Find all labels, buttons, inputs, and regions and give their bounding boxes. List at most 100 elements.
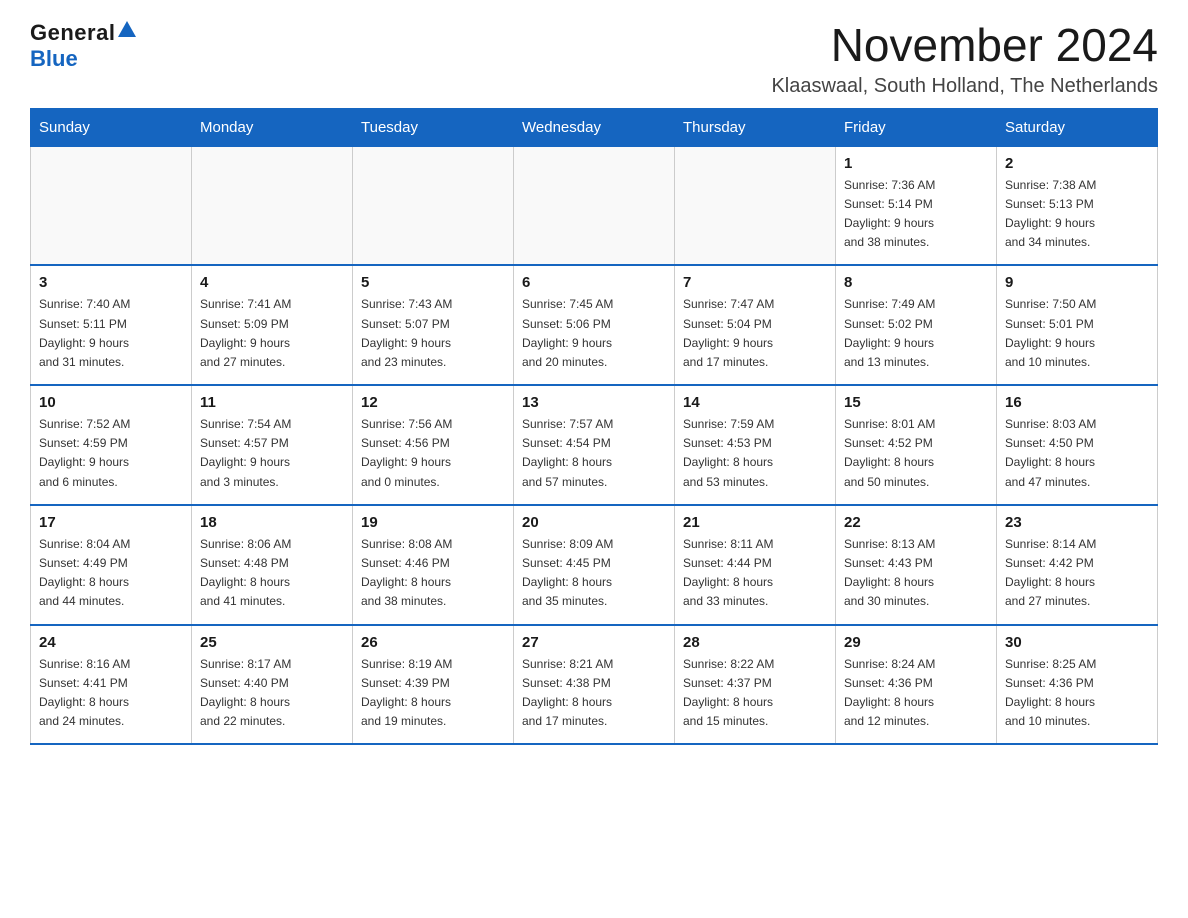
day-number: 2: [1005, 155, 1149, 172]
logo: General Blue: [30, 20, 136, 72]
page-header: General Blue November 2024 Klaaswaal, So…: [30, 20, 1158, 98]
day-info: Sunrise: 7:52 AMSunset: 4:59 PMDaylight:…: [39, 415, 183, 492]
month-title: November 2024: [771, 20, 1158, 71]
day-info: Sunrise: 7:47 AMSunset: 5:04 PMDaylight:…: [683, 295, 827, 372]
calendar-cell: 12 Sunrise: 7:56 AMSunset: 4:56 PMDayligh…: [353, 385, 514, 505]
calendar-cell: 30 Sunrise: 8:25 AMSunset: 4:36 PMDayligh…: [997, 625, 1158, 745]
day-number: 29: [844, 634, 988, 651]
calendar-table: SundayMondayTuesdayWednesdayThursdayFrid…: [30, 108, 1158, 746]
day-number: 28: [683, 634, 827, 651]
day-number: 27: [522, 634, 666, 651]
day-info: Sunrise: 8:03 AMSunset: 4:50 PMDaylight:…: [1005, 415, 1149, 492]
logo-triangle-icon: [118, 21, 136, 37]
day-info: Sunrise: 7:59 AMSunset: 4:53 PMDaylight:…: [683, 415, 827, 492]
calendar-cell: 17Sunrise: 8:04 AMSunset: 4:49 PMDayligh…: [31, 505, 192, 625]
calendar-cell: 10 Sunrise: 7:52 AMSunset: 4:59 PMDayligh…: [31, 385, 192, 505]
day-info: Sunrise: 7:49 AMSunset: 5:02 PMDaylight:…: [844, 295, 988, 372]
calendar-cell: 3 Sunrise: 7:40 AMSunset: 5:11 PMDaylight…: [31, 265, 192, 385]
calendar-week-row: 17Sunrise: 8:04 AMSunset: 4:49 PMDayligh…: [31, 505, 1158, 625]
calendar-cell: 2 Sunrise: 7:38 AMSunset: 5:13 PMDaylight…: [997, 146, 1158, 265]
calendar-cell: 20Sunrise: 8:09 AMSunset: 4:45 PMDayligh…: [514, 505, 675, 625]
day-info: Sunrise: 7:38 AMSunset: 5:13 PMDaylight:…: [1005, 176, 1149, 253]
calendar-cell: 21Sunrise: 8:11 AMSunset: 4:44 PMDayligh…: [675, 505, 836, 625]
calendar-header-saturday: Saturday: [997, 108, 1158, 146]
calendar-cell: 26 Sunrise: 8:19 AMSunset: 4:39 PMDayligh…: [353, 625, 514, 745]
day-info: Sunrise: 8:13 AMSunset: 4:43 PMDaylight:…: [844, 535, 988, 612]
day-number: 23: [1005, 514, 1149, 531]
logo-general-text: General: [30, 20, 115, 46]
calendar-cell: 24 Sunrise: 8:16 AMSunset: 4:41 PMDayligh…: [31, 625, 192, 745]
day-info: Sunrise: 8:04 AMSunset: 4:49 PMDaylight:…: [39, 535, 183, 612]
day-number: 12: [361, 394, 505, 411]
calendar-week-row: 3 Sunrise: 7:40 AMSunset: 5:11 PMDaylight…: [31, 265, 1158, 385]
calendar-cell: 9 Sunrise: 7:50 AMSunset: 5:01 PMDaylight…: [997, 265, 1158, 385]
day-number: 3: [39, 274, 183, 291]
day-info: Sunrise: 8:24 AMSunset: 4:36 PMDaylight:…: [844, 655, 988, 732]
day-info: Sunrise: 7:54 AMSunset: 4:57 PMDaylight:…: [200, 415, 344, 492]
calendar-cell: 19 Sunrise: 8:08 AMSunset: 4:46 PMDayligh…: [353, 505, 514, 625]
day-number: 10: [39, 394, 183, 411]
location-subtitle: Klaaswaal, South Holland, The Netherland…: [771, 75, 1158, 98]
day-info: Sunrise: 8:19 AMSunset: 4:39 PMDaylight:…: [361, 655, 505, 732]
calendar-week-row: 10 Sunrise: 7:52 AMSunset: 4:59 PMDayligh…: [31, 385, 1158, 505]
calendar-cell: 29 Sunrise: 8:24 AMSunset: 4:36 PMDayligh…: [836, 625, 997, 745]
day-number: 11: [200, 394, 344, 411]
calendar-cell: 5 Sunrise: 7:43 AMSunset: 5:07 PMDaylight…: [353, 265, 514, 385]
calendar-cell: 18 Sunrise: 8:06 AMSunset: 4:48 PMDayligh…: [192, 505, 353, 625]
day-info: Sunrise: 8:06 AMSunset: 4:48 PMDaylight:…: [200, 535, 344, 612]
day-info: Sunrise: 8:01 AMSunset: 4:52 PMDaylight:…: [844, 415, 988, 492]
calendar-header-friday: Friday: [836, 108, 997, 146]
day-info: Sunrise: 7:43 AMSunset: 5:07 PMDaylight:…: [361, 295, 505, 372]
day-number: 19: [361, 514, 505, 531]
calendar-cell: 23Sunrise: 8:14 AMSunset: 4:42 PMDayligh…: [997, 505, 1158, 625]
calendar-header-thursday: Thursday: [675, 108, 836, 146]
title-section: November 2024 Klaaswaal, South Holland, …: [771, 20, 1158, 98]
calendar-cell: 27 Sunrise: 8:21 AMSunset: 4:38 PMDayligh…: [514, 625, 675, 745]
calendar-header-row: SundayMondayTuesdayWednesdayThursdayFrid…: [31, 108, 1158, 146]
day-info: Sunrise: 7:57 AMSunset: 4:54 PMDaylight:…: [522, 415, 666, 492]
day-info: Sunrise: 8:17 AMSunset: 4:40 PMDaylight:…: [200, 655, 344, 732]
day-info: Sunrise: 8:16 AMSunset: 4:41 PMDaylight:…: [39, 655, 183, 732]
day-info: Sunrise: 7:50 AMSunset: 5:01 PMDaylight:…: [1005, 295, 1149, 372]
day-number: 26: [361, 634, 505, 651]
calendar-cell: 14 Sunrise: 7:59 AMSunset: 4:53 PMDayligh…: [675, 385, 836, 505]
day-number: 5: [361, 274, 505, 291]
day-info: Sunrise: 8:08 AMSunset: 4:46 PMDaylight:…: [361, 535, 505, 612]
calendar-cell: 1Sunrise: 7:36 AMSunset: 5:14 PMDaylight…: [836, 146, 997, 265]
logo-blue-text: Blue: [30, 46, 78, 72]
calendar-header-wednesday: Wednesday: [514, 108, 675, 146]
day-number: 24: [39, 634, 183, 651]
day-number: 9: [1005, 274, 1149, 291]
day-number: 14: [683, 394, 827, 411]
day-info: Sunrise: 8:22 AMSunset: 4:37 PMDaylight:…: [683, 655, 827, 732]
day-info: Sunrise: 7:40 AMSunset: 5:11 PMDaylight:…: [39, 295, 183, 372]
day-info: Sunrise: 7:36 AMSunset: 5:14 PMDaylight:…: [844, 176, 988, 253]
day-number: 25: [200, 634, 344, 651]
day-number: 6: [522, 274, 666, 291]
day-info: Sunrise: 8:09 AMSunset: 4:45 PMDaylight:…: [522, 535, 666, 612]
day-number: 30: [1005, 634, 1149, 651]
day-number: 7: [683, 274, 827, 291]
day-number: 18: [200, 514, 344, 531]
calendar-cell: 13 Sunrise: 7:57 AMSunset: 4:54 PMDayligh…: [514, 385, 675, 505]
day-info: Sunrise: 7:56 AMSunset: 4:56 PMDaylight:…: [361, 415, 505, 492]
calendar-header-monday: Monday: [192, 108, 353, 146]
day-number: 21: [683, 514, 827, 531]
day-number: 16: [1005, 394, 1149, 411]
calendar-week-row: 24 Sunrise: 8:16 AMSunset: 4:41 PMDayligh…: [31, 625, 1158, 745]
day-number: 22: [844, 514, 988, 531]
day-number: 13: [522, 394, 666, 411]
day-info: Sunrise: 8:21 AMSunset: 4:38 PMDaylight:…: [522, 655, 666, 732]
calendar-cell: 16 Sunrise: 8:03 AMSunset: 4:50 PMDayligh…: [997, 385, 1158, 505]
day-info: Sunrise: 8:25 AMSunset: 4:36 PMDaylight:…: [1005, 655, 1149, 732]
day-info: Sunrise: 7:45 AMSunset: 5:06 PMDaylight:…: [522, 295, 666, 372]
day-number: 8: [844, 274, 988, 291]
calendar-cell: 7 Sunrise: 7:47 AMSunset: 5:04 PMDaylight…: [675, 265, 836, 385]
calendar-header-tuesday: Tuesday: [353, 108, 514, 146]
calendar-header-sunday: Sunday: [31, 108, 192, 146]
day-number: 4: [200, 274, 344, 291]
calendar-cell: 22 Sunrise: 8:13 AMSunset: 4:43 PMDayligh…: [836, 505, 997, 625]
calendar-cell: [192, 146, 353, 265]
calendar-cell: [675, 146, 836, 265]
calendar-cell: 4Sunrise: 7:41 AMSunset: 5:09 PMDaylight…: [192, 265, 353, 385]
